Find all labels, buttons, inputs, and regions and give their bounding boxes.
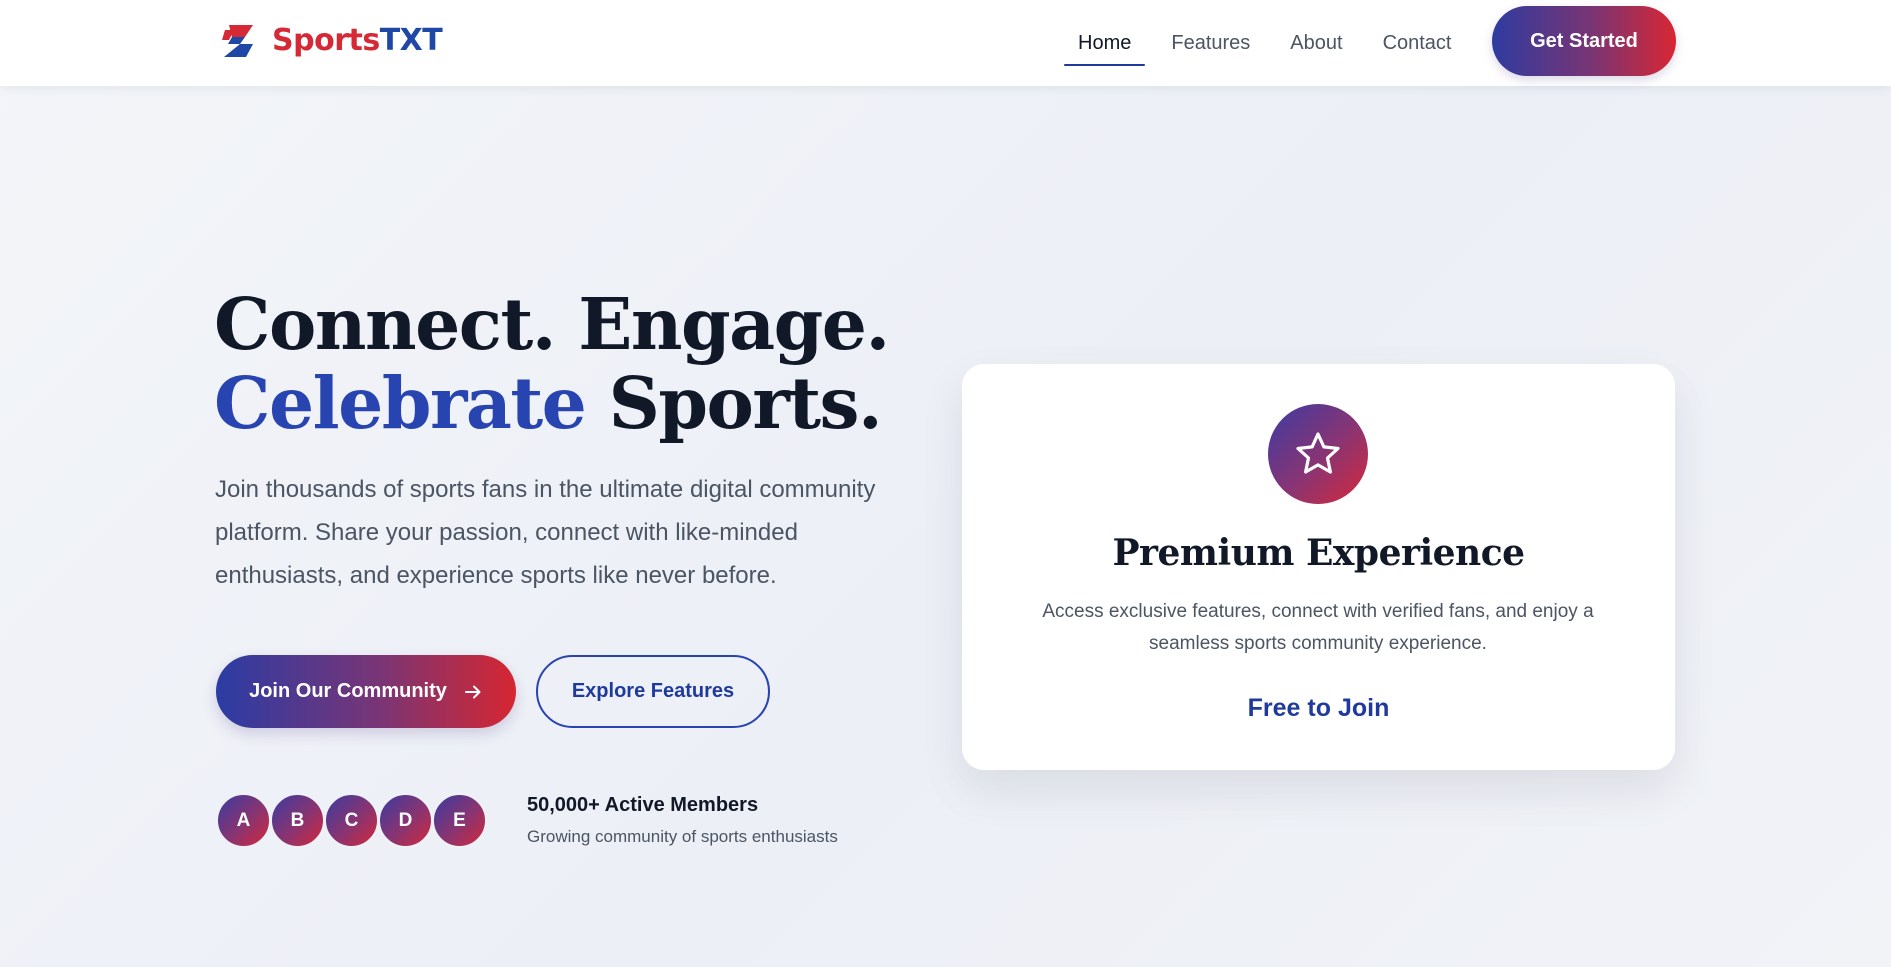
avatar: C [323,792,380,849]
avatar: B [269,792,326,849]
hero-headline-line1: Connect. Engage. [214,282,890,366]
join-community-button[interactable]: Join Our Community [216,655,516,728]
card-description: Access exclusive features, connect with … [1042,601,1594,654]
nav-link-features[interactable]: Features [1151,0,1270,86]
brand-name: SportsTXT [272,22,443,60]
join-community-label: Join Our Community [249,680,447,702]
hero-headline-rest: Sports. [585,361,883,445]
avatar: E [431,792,488,849]
hero-headline-accent: Celebrate [214,361,587,445]
avatar: A [215,792,272,849]
brand-name-txt: TXT [379,23,443,58]
explore-features-button[interactable]: Explore Features [536,655,770,728]
free-to-join-label: Free to Join [1247,694,1390,722]
brand-logo-link[interactable]: SportsTXT [220,22,443,60]
members-subtitle: Growing community of sports enthusiasts [527,827,838,846]
nav-link-about[interactable]: About [1270,0,1362,86]
avatar: D [377,792,434,849]
brand-name-sports: Sports [272,23,380,58]
main-nav: Home Features About Contact [1058,0,1472,86]
nav-link-contact[interactable]: Contact [1363,0,1472,86]
get-started-button[interactable]: Get Started [1492,6,1676,76]
star-icon [1296,432,1340,474]
card-icon-badge [1268,404,1368,504]
card-title: Premium Experience [1112,532,1525,574]
members-count: 50,000+ Active Members [527,794,759,816]
hero-description: Join thousands of sports fans in the ult… [215,476,876,589]
member-avatars: A B C D E [215,792,488,849]
top-navbar: SportsTXT Home Features About Contact Ge… [0,0,1891,86]
lightning-bolt-icon [222,25,253,57]
hero-headline: Connect. Engage. Celebrate Sports. [214,282,890,445]
premium-experience-card: Premium Experience Access exclusive feat… [962,364,1675,770]
nav-link-home[interactable]: Home [1058,0,1151,86]
arrow-right-icon [464,685,481,698]
